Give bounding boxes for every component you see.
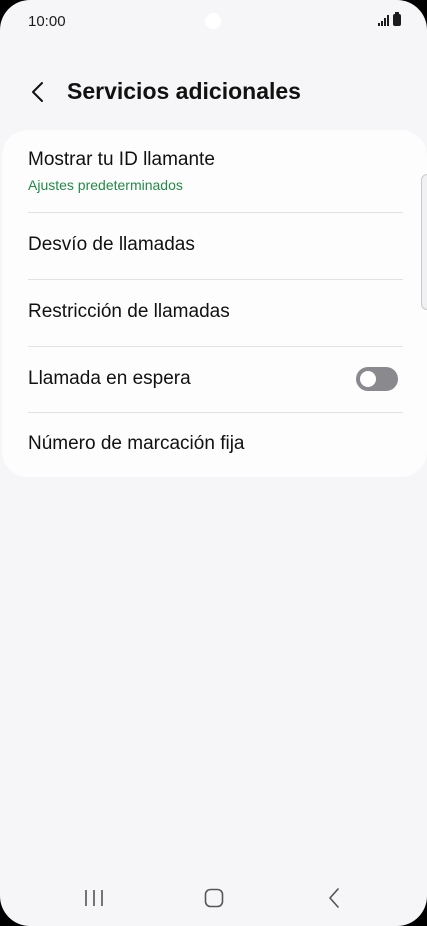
battery-icon — [393, 12, 401, 26]
back-icon — [329, 888, 339, 908]
setting-fixed-dialing[interactable]: Número de marcación fija — [2, 413, 427, 477]
recent-apps-button[interactable] — [72, 876, 116, 920]
nav-back-button[interactable] — [312, 876, 356, 920]
setting-caller-id-subtitle: Ajustes predeterminados — [28, 177, 183, 193]
page-title: Servicios adicionales — [67, 78, 301, 104]
settings-card: Mostrar tu ID llamante Ajustes predeterm… — [2, 130, 427, 477]
setting-caller-id-label: Mostrar tu ID llamante — [28, 149, 215, 170]
call-waiting-toggle[interactable] — [356, 367, 398, 391]
status-time: 10:00 — [28, 13, 66, 30]
setting-caller-id[interactable]: Mostrar tu ID llamante Ajustes predeterm… — [2, 130, 427, 212]
home-button[interactable] — [192, 876, 236, 920]
setting-call-forwarding[interactable]: Desvío de llamadas — [2, 213, 427, 279]
setting-call-barring[interactable]: Restricción de llamadas — [2, 280, 427, 346]
home-icon — [204, 888, 224, 908]
status-icons — [378, 12, 401, 26]
signal-icon — [378, 14, 389, 26]
front-camera — [205, 13, 221, 29]
navigation-bar — [0, 876, 427, 920]
setting-call-barring-label: Restricción de llamadas — [28, 301, 230, 322]
phone-screen: 10:00 Servicios adicionales Mostrar tu I… — [0, 0, 427, 926]
status-bar: 10:00 — [0, 0, 427, 44]
setting-call-waiting-label: Llamada en espera — [28, 368, 191, 389]
recent-apps-icon — [85, 890, 103, 906]
toggle-knob — [360, 371, 376, 387]
back-button[interactable] — [22, 76, 54, 108]
setting-call-waiting[interactable]: Llamada en espera — [2, 347, 427, 412]
header: Servicios adicionales — [0, 70, 427, 114]
setting-fixed-dialing-label: Número de marcación fija — [28, 433, 245, 454]
setting-call-forwarding-label: Desvío de llamadas — [28, 234, 195, 255]
chevron-left-icon — [32, 82, 43, 102]
scrollbar[interactable] — [421, 174, 427, 310]
